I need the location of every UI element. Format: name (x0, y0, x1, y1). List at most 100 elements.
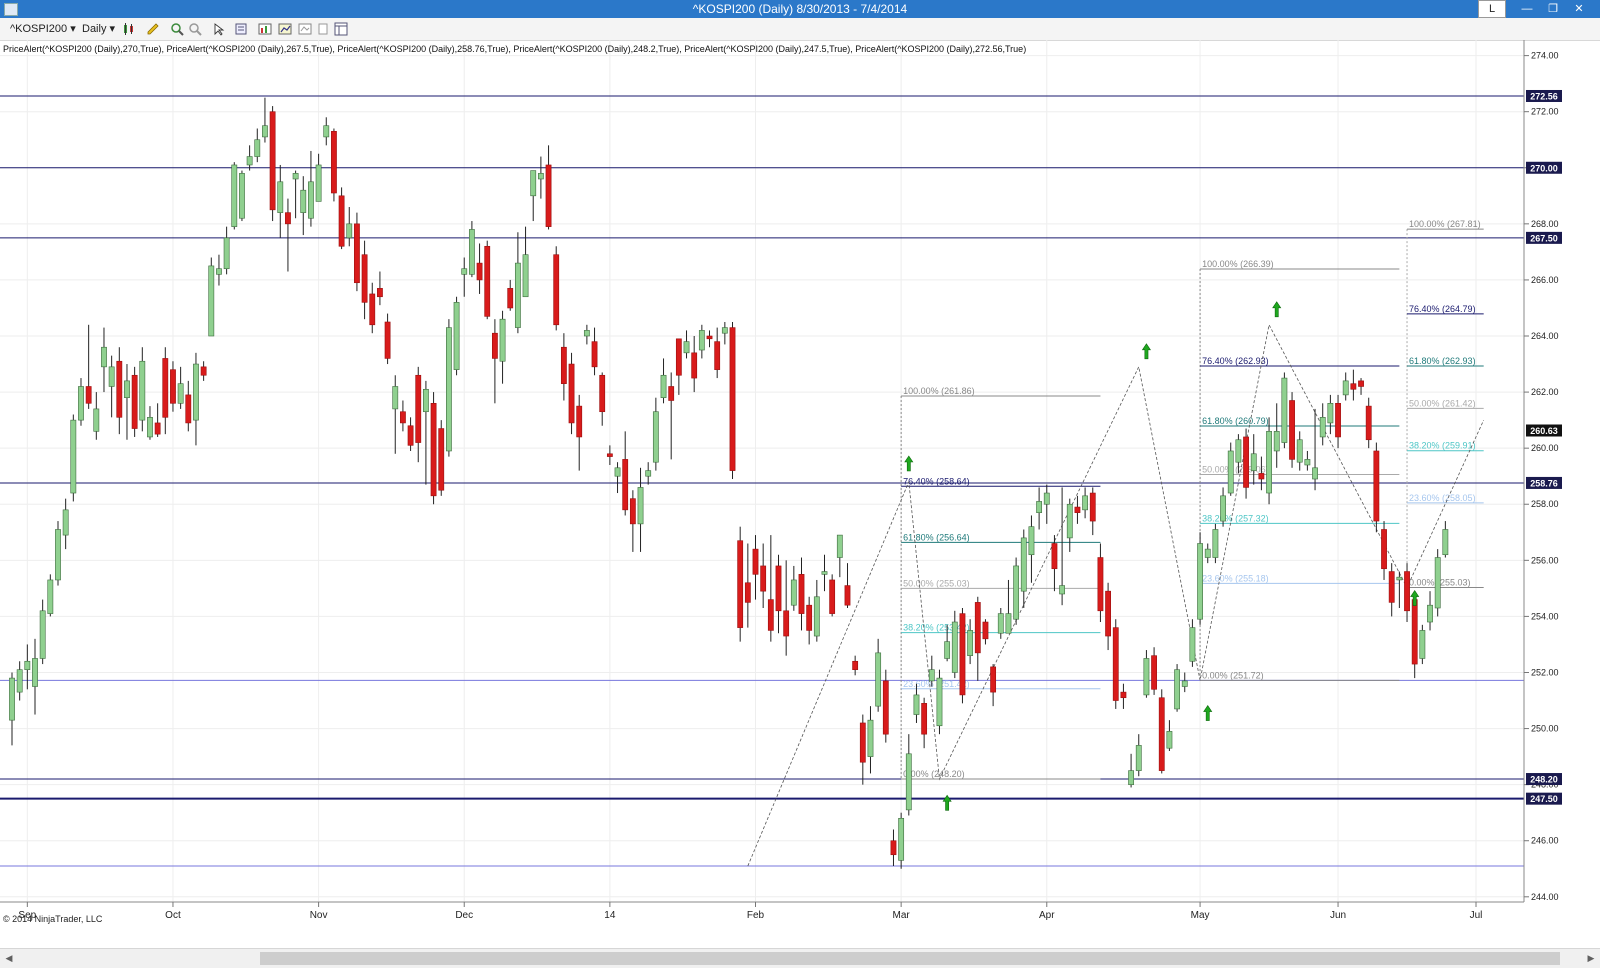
candle-body-up (499, 318, 506, 362)
candle-body-up (1220, 495, 1226, 522)
price-chart[interactable]: 100.00% (261.86) 76.40% (258.64) 61.80% (2… (0, 40, 1600, 940)
fib-level-label: 0.00% (248.20) (903, 769, 965, 779)
candle (514, 232, 521, 334)
candle-body-up (70, 419, 77, 494)
chart-trader-icon[interactable] (298, 22, 312, 36)
candle-body-up (246, 156, 253, 166)
fib-level-label: 50.00% (261.42) (1409, 398, 1476, 408)
scroll-left-icon[interactable]: ◀ (2, 951, 16, 965)
candle-body-up (944, 641, 951, 659)
candle (315, 153, 322, 202)
candle-body-up (1036, 501, 1043, 513)
candle (392, 375, 399, 454)
scrollbar-thumb[interactable] (260, 952, 1560, 965)
candle (622, 431, 629, 516)
cursor-icon[interactable] (212, 22, 226, 36)
candle (568, 352, 575, 435)
candle-body-up (1028, 526, 1035, 556)
candle (744, 543, 751, 628)
interval-selector[interactable]: Daily ▾ (82, 22, 115, 36)
candle (913, 683, 920, 723)
link-button[interactable]: L (1478, 0, 1506, 18)
candle-body-up (124, 380, 130, 398)
candle (1388, 563, 1395, 617)
fib-level-label: 76.40% (264.79) (1409, 304, 1476, 314)
indicators-icon[interactable] (258, 22, 272, 36)
fib-level-label: 50.00% (259.06) (1202, 465, 1269, 475)
candle (890, 829, 897, 866)
candle-body-down (200, 366, 207, 376)
y-tick-label: 264.00 (1531, 331, 1559, 341)
candle-body-up (683, 341, 690, 354)
candle-body-down (438, 428, 445, 491)
candle (1273, 403, 1280, 468)
chevron-down-icon: ▾ (109, 23, 116, 35)
candle-body-up (308, 181, 314, 219)
candle-body-up (292, 173, 299, 180)
candle (951, 610, 958, 679)
candle-body-up (55, 529, 61, 581)
chevron-down-icon: ▾ (70, 23, 76, 35)
candle-body-down (591, 341, 598, 368)
candle-body-down (476, 262, 483, 281)
candle-body-up (1273, 431, 1280, 452)
candle-body-up (1043, 492, 1050, 505)
scroll-right-icon[interactable]: ▶ (1584, 951, 1598, 965)
candle-body-up (177, 383, 184, 404)
signal-arrow-up-icon (1272, 301, 1282, 318)
candle (1097, 543, 1104, 623)
candle (1105, 582, 1111, 651)
data-box-icon[interactable] (316, 22, 330, 36)
window-layout-icon[interactable] (334, 22, 348, 36)
candle (637, 467, 644, 552)
candlestick-style-icon[interactable] (122, 22, 136, 36)
candle-body-up (1442, 529, 1449, 556)
candle (936, 669, 943, 735)
candle-body-up (1204, 548, 1211, 558)
candle (675, 338, 682, 395)
candle-body-up (461, 268, 468, 275)
candle-body-up (139, 360, 146, 421)
candle (231, 162, 238, 230)
candle-body-up (193, 363, 199, 421)
candle-body-down (154, 422, 161, 435)
fib-level-label: 61.80% (260.79) (1202, 416, 1269, 426)
candle (101, 327, 107, 393)
candle (369, 282, 376, 334)
fib-level-label: 61.80% (256.64) (903, 532, 970, 542)
candle-body-down (1404, 571, 1410, 612)
alert-price-box-label: 270.00 (1530, 163, 1558, 173)
x-tick-label: May (1191, 910, 1210, 921)
signal-arrow-up-icon (904, 455, 914, 472)
minimize-icon[interactable]: — (1514, 0, 1540, 18)
zoom-in-icon[interactable] (170, 22, 184, 36)
candle (47, 574, 54, 617)
candle-body-up (583, 330, 590, 337)
candle (1189, 619, 1196, 667)
candle (254, 128, 261, 163)
properties-icon[interactable] (234, 22, 248, 36)
candle (292, 170, 299, 219)
candle-body-down (921, 703, 928, 735)
candle-body-down (844, 585, 851, 606)
pencil-icon[interactable] (146, 22, 160, 36)
candle (652, 397, 659, 471)
candle (1051, 535, 1058, 592)
horizontal-scrollbar[interactable]: ◀ ▶ (0, 948, 1600, 968)
y-tick-label: 262.00 (1531, 387, 1559, 397)
candle-body-up (392, 386, 399, 410)
restore-icon[interactable]: ❐ (1540, 0, 1566, 18)
strategies-icon[interactable] (278, 22, 292, 36)
candle-body-up (645, 470, 652, 477)
candle (269, 106, 276, 222)
candle-body-up (1082, 495, 1088, 511)
candle (453, 296, 460, 376)
instrument-selector[interactable]: ^KOSPI200 ▾ (10, 22, 76, 36)
candle (990, 664, 997, 707)
candle-body-down (852, 660, 859, 670)
candle (62, 498, 69, 550)
fib-level-label: 38.20% (257.32) (1202, 513, 1269, 523)
zoom-out-icon[interactable] (188, 22, 202, 36)
candle-body-down (752, 548, 759, 575)
close-icon[interactable]: ✕ (1566, 0, 1592, 18)
